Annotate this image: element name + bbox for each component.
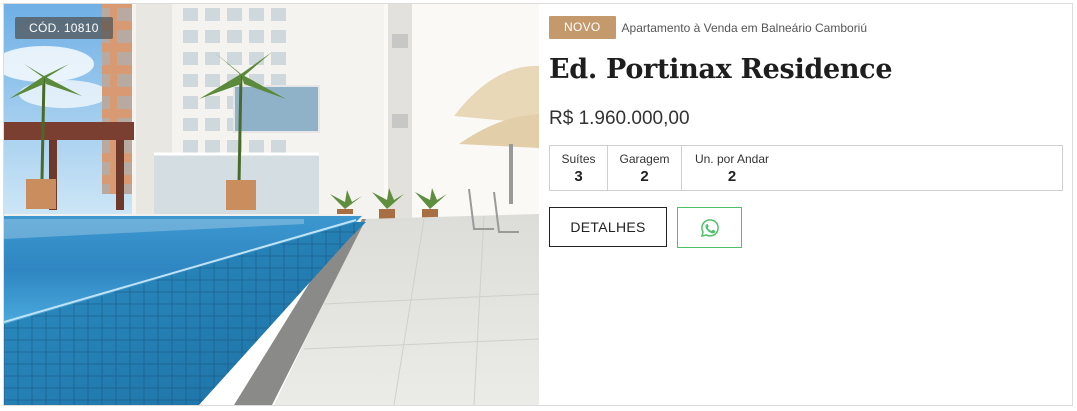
property-category: Apartamento à Venda em Balneário Cambori…: [621, 20, 868, 35]
spec-suites: Suítes 3: [550, 146, 608, 190]
spec-value: 2: [727, 168, 737, 185]
details-button[interactable]: DETALHES: [549, 207, 667, 247]
spec-label: Suítes: [561, 152, 596, 166]
whatsapp-button[interactable]: [677, 207, 742, 248]
property-info: NOVO Apartamento à Venda em Balneário Ca…: [549, 4, 1069, 405]
badge-row: NOVO Apartamento à Venda em Balneário Ca…: [549, 16, 867, 39]
pool-photo-illustration: [4, 4, 539, 405]
property-price: R$ 1.960.000,00: [549, 108, 690, 129]
spec-value: 3: [574, 168, 583, 185]
property-title[interactable]: Ed. Portinax Residence: [549, 54, 893, 85]
spec-value: 2: [640, 168, 649, 185]
property-photo[interactable]: CÓD. 10810: [4, 4, 539, 405]
property-card: CÓD. 10810 NOVO Apartamento à Venda em B…: [3, 3, 1073, 406]
property-specs: Suítes 3 Garagem 2 Un. por Andar 2: [549, 145, 1063, 191]
property-code-badge: CÓD. 10810: [15, 17, 113, 39]
spec-garage: Garagem 2: [608, 146, 682, 190]
spec-units-per-floor: Un. por Andar 2: [682, 146, 782, 190]
whatsapp-icon: [700, 218, 719, 237]
new-badge: NOVO: [549, 16, 616, 39]
spec-label: Un. por Andar: [694, 152, 770, 166]
spec-label: Garagem: [619, 152, 670, 166]
